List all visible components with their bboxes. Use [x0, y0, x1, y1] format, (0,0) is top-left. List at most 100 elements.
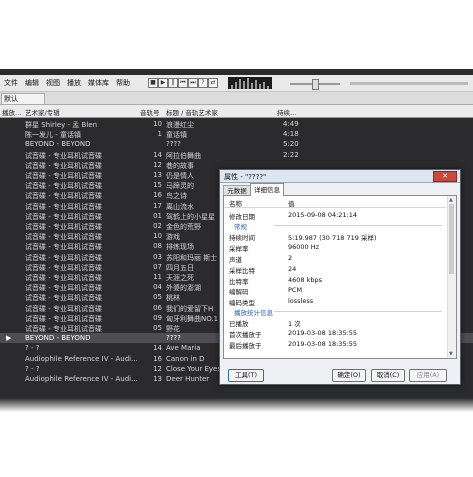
column-value[interactable]: 值: [288, 198, 295, 208]
menu-playback[interactable]: 播放: [67, 78, 81, 88]
row-track-number: 08: [153, 242, 162, 251]
tab-default-playlist[interactable]: 默认: [1, 93, 45, 104]
row-track-number: 14: [153, 150, 162, 159]
dialog-title-bar[interactable]: 属性 - "????" ✕: [220, 170, 460, 183]
stop-icon[interactable]: ■: [148, 78, 158, 88]
property-row[interactable]: 采样比特 24: [224, 263, 446, 275]
property-row[interactable]: 比特率 4608 kbps: [224, 274, 446, 286]
random-icon[interactable]: ?: [198, 78, 208, 88]
playlist-row[interactable]: 陈一发儿 - 童话镇 1 童话镇 4:18: [0, 129, 473, 139]
row-track-number: 12: [153, 160, 162, 169]
section-playback-stats[interactable]: 播放统计信息: [224, 306, 446, 317]
seek-bar[interactable]: [350, 82, 468, 85]
scroll-down-icon[interactable]: ▼: [449, 351, 453, 357]
property-row[interactable]: 编解码 PCM: [224, 284, 446, 296]
header-duration[interactable]: 持续...: [277, 107, 296, 117]
play-icon[interactable]: ▶: [158, 78, 168, 88]
row-track-number: 09: [153, 313, 162, 322]
row-duration: 4:18: [283, 130, 299, 139]
row-duration: 4:49: [283, 120, 299, 128]
cancel-button[interactable]: 取消(C): [371, 369, 405, 382]
row-track-number: 12: [153, 364, 162, 373]
next-icon[interactable]: ⏭: [188, 78, 198, 88]
section-divider: [274, 310, 442, 312]
playlist-header: 播放... 艺术家/专辑 音轨号 标题 / 音轨艺术家 持续...: [0, 105, 473, 118]
property-value: 4608 kbps: [288, 275, 323, 284]
volume-knob[interactable]: [312, 79, 319, 90]
tools-button[interactable]: 工具(T): [228, 369, 264, 382]
menu-library[interactable]: 媒体库: [88, 78, 109, 88]
property-value: PCM: [288, 286, 303, 295]
section-general[interactable]: 常规: [224, 220, 446, 231]
row-track-number: 05: [153, 293, 162, 302]
header-playing[interactable]: 播放...: [2, 107, 21, 117]
playing-indicator-icon: ▶: [6, 334, 12, 343]
property-row[interactable]: 最后播放于 2019-03-08 18:35:55: [224, 338, 446, 350]
property-row[interactable]: 首次播放于 2019-03-08 18:35:55: [224, 327, 446, 339]
property-row[interactable]: 已播放 1 次: [224, 316, 446, 328]
row-duration: 2:22: [283, 150, 299, 159]
row-duration: 5:20: [283, 140, 299, 149]
row-track-number: 13: [153, 375, 162, 383]
property-row[interactable]: 编码类型 lossless: [224, 295, 446, 307]
row-track-number: 03: [153, 252, 162, 261]
playlist-row[interactable]: BEYOND - BEYOND???? 5:20: [0, 139, 473, 149]
previous-icon[interactable]: ⏮: [178, 78, 188, 88]
row-track-number: 14: [153, 344, 162, 353]
column-name[interactable]: 名称: [229, 198, 242, 208]
pause-icon[interactable]: ‖: [168, 78, 178, 88]
row-track-number: 02: [153, 222, 162, 230]
menu-file[interactable]: 文件: [4, 78, 18, 88]
header-track-number[interactable]: 音轨号: [140, 107, 160, 117]
property-value: 24: [288, 264, 297, 273]
property-value: 2019-03-08 18:35:55: [288, 329, 358, 338]
row-track-number: 01: [153, 211, 162, 220]
property-value: 2019-03-08 18:35:55: [288, 340, 358, 348]
row-track-number: 1: [157, 130, 162, 139]
playlist-row[interactable]: 群星 Shirley - 孟 Blen 10 浪漫红尘 4:49: [0, 119, 473, 129]
row-artist-album: BEYOND - BEYOND: [25, 140, 91, 149]
property-row[interactable]: 采样率 96000 Hz: [224, 241, 446, 253]
row-track-number: 13: [153, 171, 162, 179]
property-value: 2015-09-08 04:21:14: [288, 211, 358, 219]
shuffle-icon[interactable]: ⇄: [208, 78, 218, 88]
row-track-number: 11: [153, 273, 162, 281]
playlist-row[interactable]: 试音碟 - 专业耳机试音碟 14 阿拉伯舞曲 2:22: [0, 150, 473, 160]
row-track-number: 16: [153, 354, 162, 363]
row-artist-album: ? - ?: [25, 344, 40, 353]
property-row[interactable]: 修改日期 2015-09-08 04:21:14: [224, 209, 446, 221]
menu-edit[interactable]: 编辑: [25, 78, 39, 88]
menu-help[interactable]: 帮助: [116, 78, 130, 88]
section-title: 播放统计信息: [234, 308, 273, 317]
details-scrollbar[interactable]: ▲ ▼: [447, 196, 456, 358]
row-artist-album: Audiophile Reference IV - Audi...: [25, 375, 137, 383]
dialog-title: 属性 - "????": [224, 173, 267, 181]
property-value: lossless: [288, 297, 314, 306]
spectrum-visualizer: [228, 77, 272, 89]
details-column-header: 名称 值: [224, 197, 446, 208]
ok-button[interactable]: 确定(O): [332, 369, 366, 382]
header-title-artist[interactable]: 标题 / 音轨艺术家: [166, 107, 218, 117]
property-name: 最后播放于: [229, 342, 262, 350]
scroll-up-icon[interactable]: ▲: [449, 197, 453, 203]
properties-dialog: 属性 - "????" ✕ 元数据 详细信息 名称 值 修改日期 2015-09-…: [219, 169, 461, 385]
property-row[interactable]: 持续时间 5:19.987 (30 718 719 采样): [224, 230, 446, 242]
property-value: 2: [288, 253, 293, 262]
header-artist-album[interactable]: 艺术家/专辑: [25, 107, 60, 117]
details-panel: 名称 值 修改日期 2015-09-08 04:21:14 常规 持续时间 5:19.9…: [223, 195, 457, 359]
close-icon[interactable]: ✕: [433, 171, 457, 182]
row-track-number: 04: [153, 283, 162, 292]
section-title: 常规: [234, 222, 247, 231]
bottom-fade: [0, 398, 473, 412]
scroll-thumb[interactable]: [449, 204, 454, 274]
property-row[interactable]: 声道 2: [224, 252, 446, 264]
row-track-number: 10: [153, 232, 162, 241]
row-artist-album: ? - ?: [25, 364, 40, 373]
row-artist-album: Audiophile Reference IV - Audi...: [25, 354, 137, 363]
row-track-number: 16: [153, 191, 162, 200]
tab-details[interactable]: 详细信息: [250, 183, 284, 196]
menu-view[interactable]: 视图: [46, 78, 60, 88]
row-track-number: 10: [153, 120, 162, 128]
apply-button[interactable]: 应用(A): [409, 369, 447, 382]
row-track-number: 15: [153, 181, 162, 190]
